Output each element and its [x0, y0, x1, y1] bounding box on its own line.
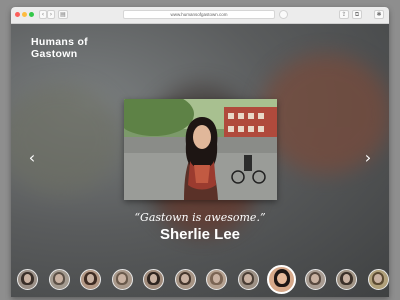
thumbnail-face — [374, 274, 382, 283]
previous-slide-arrow[interactable]: ‹ — [25, 149, 39, 167]
site-title-line1: Humans of — [31, 36, 88, 48]
thumbnail[interactable] — [336, 269, 357, 290]
featured-portrait-photo — [124, 99, 277, 200]
background-street-blur — [11, 84, 121, 194]
browser-window: ‹ › ▤ www.humansofgastown.com ⇪ ⧉ ✱ Huma… — [11, 7, 389, 297]
sidebar-icon[interactable]: ▤ — [58, 10, 68, 19]
site-logo[interactable]: Humans of Gastown — [31, 36, 88, 60]
thumbnail-face — [118, 274, 126, 283]
close-window-button[interactable] — [15, 12, 20, 17]
thumbnail[interactable] — [17, 269, 38, 290]
tabs-icon[interactable]: ⧉ — [352, 10, 362, 19]
thumbnail-face — [276, 272, 287, 284]
thumbnail-face — [23, 274, 32, 283]
address-bar[interactable]: www.humansofgastown.com — [123, 10, 275, 19]
thumbnail-face — [244, 274, 252, 283]
minimize-window-button[interactable] — [22, 12, 27, 17]
zoom-window-button[interactable] — [29, 12, 34, 17]
thumbnail-face — [181, 274, 189, 283]
thumbnail[interactable] — [367, 269, 389, 290]
thumbnail[interactable] — [111, 269, 133, 290]
back-button[interactable]: ‹ — [39, 10, 47, 19]
thumbnail-strip — [15, 265, 389, 294]
share-icon[interactable]: ⇪ — [339, 10, 349, 19]
thumbnail[interactable] — [143, 269, 164, 290]
thumbnail-face — [311, 274, 319, 283]
thumbnail[interactable] — [174, 269, 196, 290]
thumbnail[interactable] — [304, 269, 326, 290]
page-content: Humans of Gastown ‹ › “Gastown is awesom… — [11, 24, 389, 297]
thumbnail-face — [55, 274, 63, 283]
browser-toolbar: ‹ › ▤ www.humansofgastown.com ⇪ ⧉ ✱ — [11, 7, 389, 24]
thumbnail[interactable] — [80, 269, 101, 290]
next-slide-arrow[interactable]: › — [361, 149, 375, 167]
thumbnail-face — [212, 274, 221, 283]
thumbnail-face — [86, 274, 95, 283]
featured-quote: “Gastown is awesome.” — [134, 211, 266, 224]
thumbnail-face — [342, 274, 351, 283]
thumbnail[interactable] — [48, 269, 70, 290]
reader-icon[interactable] — [279, 10, 288, 19]
thumbnail-active[interactable] — [267, 265, 296, 294]
thumbnail[interactable] — [206, 269, 227, 290]
forward-button[interactable]: › — [47, 10, 55, 19]
page-background: ‹ › ▤ www.humansofgastown.com ⇪ ⧉ ✱ Huma… — [0, 0, 400, 300]
site-title-line2: Gastown — [31, 48, 78, 60]
thumbnail-face — [149, 274, 158, 283]
featured-person-name: Sherlie Lee — [159, 226, 241, 243]
thumbnail[interactable] — [237, 269, 259, 290]
portrait-illustration — [124, 99, 277, 200]
extension-icon[interactable]: ✱ — [374, 10, 384, 19]
